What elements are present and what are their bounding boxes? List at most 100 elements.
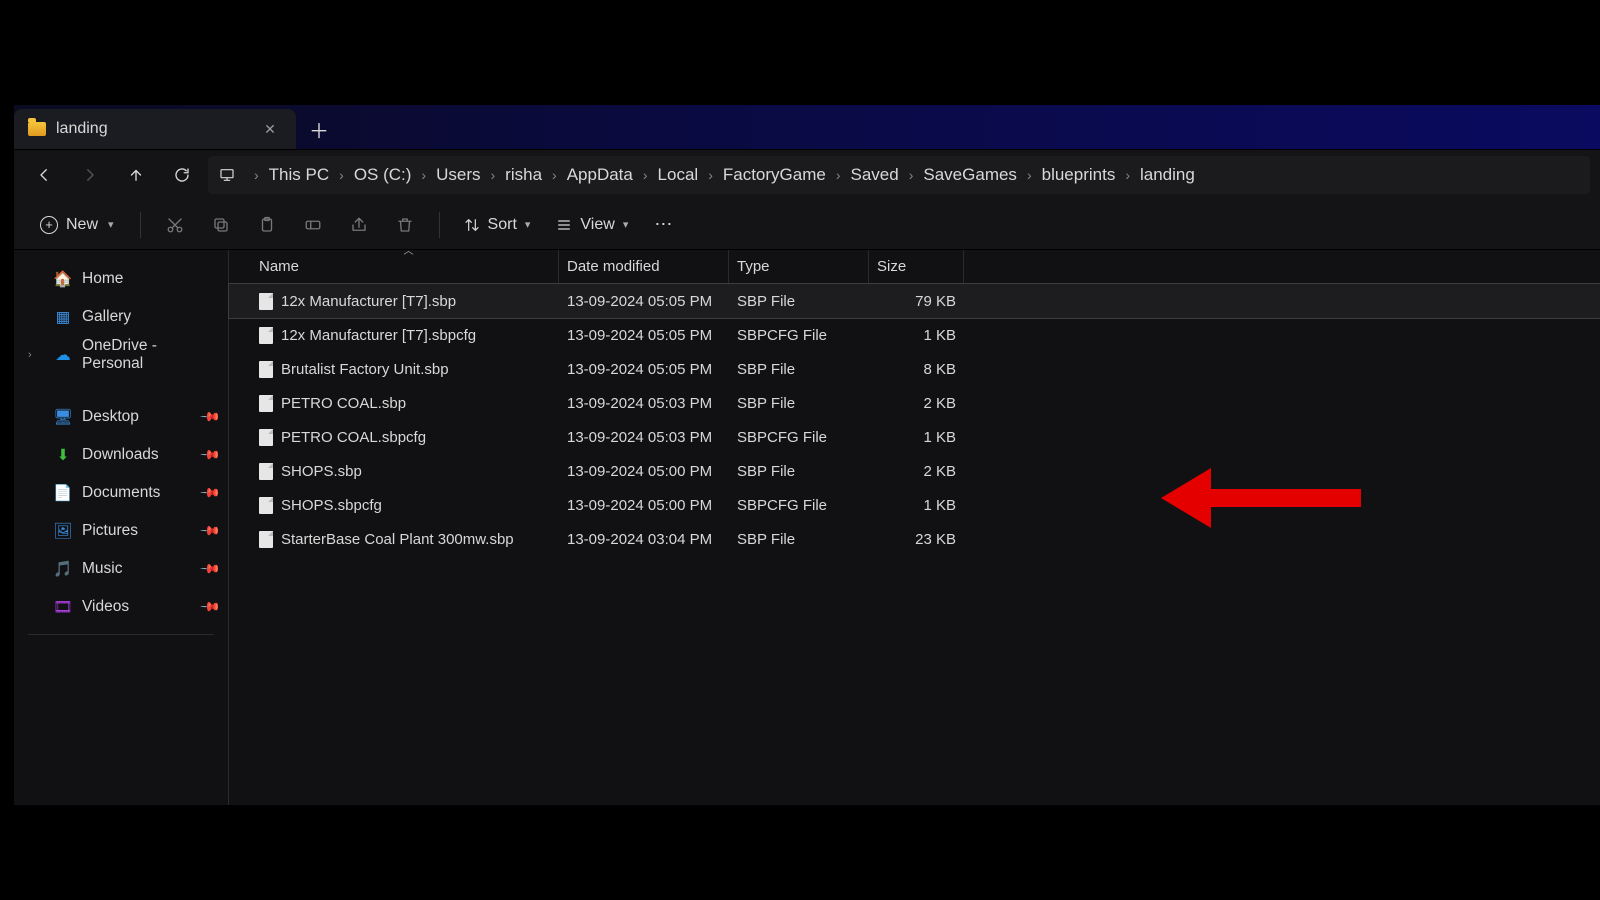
- sidebar-divider: [28, 634, 214, 635]
- table-row[interactable]: PETRO COAL.sbpcfg 13-09-2024 05:03 PMSBPC…: [229, 420, 1600, 454]
- file-name-cell: PETRO COAL.sbp: [259, 395, 559, 412]
- onedrive-icon: ☁: [54, 346, 72, 364]
- file-size: 2 KB: [869, 463, 964, 480]
- column-headers: ︿ Name Date modified Type Size: [229, 250, 1600, 284]
- tab-landing[interactable]: landing ✕: [14, 109, 296, 149]
- delete-button[interactable]: [385, 205, 425, 245]
- column-date[interactable]: Date modified: [559, 250, 729, 283]
- sort-label: Sort: [488, 216, 517, 234]
- cut-button[interactable]: [155, 205, 195, 245]
- breadcrumb[interactable]: ›This PC›OS (C:)›Users›risha›AppData›Loc…: [208, 156, 1590, 194]
- breadcrumb-segment[interactable]: Saved: [851, 165, 899, 185]
- new-tab-button[interactable]: ＋: [296, 109, 342, 149]
- sidebar-item-home[interactable]: 🏠 Home: [18, 260, 224, 298]
- breadcrumb-segment[interactable]: OS (C:): [354, 165, 412, 185]
- share-button[interactable]: [339, 205, 379, 245]
- chevron-right-icon: ›: [244, 167, 269, 183]
- sidebar-item-pictures[interactable]: 🖼 Pictures 📌: [18, 512, 224, 550]
- table-row[interactable]: Brutalist Factory Unit.sbp 13-09-2024 05:…: [229, 352, 1600, 386]
- rename-button[interactable]: [293, 205, 333, 245]
- file-icon: [259, 463, 273, 480]
- chevron-down-icon: ▾: [108, 218, 114, 231]
- file-icon: [259, 361, 273, 378]
- downloads-icon: ⬇: [54, 446, 72, 464]
- file-name-cell: 12x Manufacturer [T7].sbpcfg: [259, 327, 559, 344]
- file-type: SBPCFG File: [729, 327, 869, 344]
- file-name-cell: 12x Manufacturer [T7].sbp: [259, 293, 559, 310]
- file-type: SBPCFG File: [729, 497, 869, 514]
- file-icon: [259, 497, 273, 514]
- breadcrumb-segment[interactable]: This PC: [269, 165, 329, 185]
- pictures-icon: 🖼: [54, 522, 72, 540]
- refresh-button[interactable]: [162, 155, 202, 195]
- file-size: 1 KB: [869, 327, 964, 344]
- more-button[interactable]: ⋯: [644, 214, 684, 235]
- sidebar-item-videos[interactable]: 🎞 Videos 📌: [18, 588, 224, 626]
- forward-button[interactable]: [70, 155, 110, 195]
- new-button[interactable]: + New ▾: [28, 207, 126, 243]
- view-button[interactable]: View ▾: [546, 207, 638, 243]
- back-button[interactable]: [24, 155, 64, 195]
- breadcrumb-segment[interactable]: Users: [436, 165, 480, 185]
- table-row[interactable]: StarterBase Coal Plant 300mw.sbp13-09-20…: [229, 522, 1600, 556]
- sort-icon: [464, 217, 480, 233]
- up-button[interactable]: [116, 155, 156, 195]
- pin-icon: 📌: [199, 596, 222, 619]
- breadcrumb-segment[interactable]: FactoryGame: [723, 165, 826, 185]
- file-type: SBP File: [729, 395, 869, 412]
- column-size[interactable]: Size: [869, 250, 964, 283]
- sidebar-item-onedrive[interactable]: › ☁ OneDrive - Personal: [18, 336, 224, 374]
- file-name: 12x Manufacturer [T7].sbp: [281, 293, 456, 310]
- breadcrumb-segment[interactable]: Local: [658, 165, 699, 185]
- file-type: SBPCFG File: [729, 429, 869, 446]
- close-tab-button[interactable]: ✕: [258, 117, 282, 141]
- file-icon: [259, 429, 273, 446]
- sidebar-item-gallery[interactable]: ▦ Gallery: [18, 298, 224, 336]
- file-size: 1 KB: [869, 497, 964, 514]
- breadcrumb-segment[interactable]: AppData: [567, 165, 633, 185]
- chevron-right-icon: ›: [698, 167, 723, 183]
- file-name: Brutalist Factory Unit.sbp: [281, 361, 449, 378]
- plus-icon: +: [40, 216, 58, 234]
- sidebar-item-label: Desktop: [82, 408, 139, 426]
- breadcrumb-segment[interactable]: landing: [1140, 165, 1195, 185]
- file-name: PETRO COAL.sbpcfg: [281, 429, 426, 446]
- file-date: 13-09-2024 05:05 PM: [559, 361, 729, 378]
- file-date: 13-09-2024 05:03 PM: [559, 395, 729, 412]
- chevron-right-icon: ›: [826, 167, 851, 183]
- sidebar-item-documents[interactable]: 📄 Documents 📌: [18, 474, 224, 512]
- monitor-icon: [216, 164, 238, 186]
- sidebar-item-desktop[interactable]: 🖥 Desktop 📌: [18, 398, 224, 436]
- table-row[interactable]: SHOPS.sbp13-09-2024 05:00 PMSBP File2 KB: [229, 454, 1600, 488]
- column-name[interactable]: ︿ Name: [259, 250, 559, 283]
- toolbar: + New ▾ Sort ▾ View: [14, 200, 1600, 250]
- column-type[interactable]: Type: [729, 250, 869, 283]
- sidebar-item-label: Music: [82, 560, 122, 578]
- chevron-right-icon[interactable]: ›: [28, 349, 32, 361]
- file-date: 13-09-2024 05:00 PM: [559, 463, 729, 480]
- file-size: 8 KB: [869, 361, 964, 378]
- table-row[interactable]: PETRO COAL.sbp13-09-2024 05:03 PMSBP Fil…: [229, 386, 1600, 420]
- file-date: 13-09-2024 05:03 PM: [559, 429, 729, 446]
- pin-icon: 📌: [199, 482, 222, 505]
- table-row[interactable]: 12x Manufacturer [T7].sbpcfg13-09-2024 0…: [229, 318, 1600, 352]
- file-type: SBP File: [729, 531, 869, 548]
- sort-button[interactable]: Sort ▾: [454, 207, 541, 243]
- file-icon: [259, 327, 273, 344]
- sidebar-item-label: OneDrive - Personal: [82, 337, 218, 373]
- sidebar-item-music[interactable]: 🎵 Music 📌: [18, 550, 224, 588]
- table-row[interactable]: 12x Manufacturer [T7].sbp13-09-2024 05:0…: [229, 284, 1600, 318]
- sidebar-item-label: Documents: [82, 484, 160, 502]
- breadcrumb-segment[interactable]: blueprints: [1042, 165, 1116, 185]
- file-size: 23 KB: [869, 531, 964, 548]
- file-name-cell: SHOPS.sbpcfg: [259, 497, 559, 514]
- file-type: SBP File: [729, 361, 869, 378]
- breadcrumb-segment[interactable]: risha: [505, 165, 542, 185]
- paste-button[interactable]: [247, 205, 287, 245]
- sidebar-item-downloads[interactable]: ⬇ Downloads 📌: [18, 436, 224, 474]
- breadcrumb-segment[interactable]: SaveGames: [923, 165, 1017, 185]
- copy-button[interactable]: [201, 205, 241, 245]
- table-row[interactable]: SHOPS.sbpcfg13-09-2024 05:00 PMSBPCFG Fi…: [229, 488, 1600, 522]
- pin-icon: 📌: [199, 406, 222, 429]
- file-name-cell: PETRO COAL.sbpcfg: [259, 429, 559, 446]
